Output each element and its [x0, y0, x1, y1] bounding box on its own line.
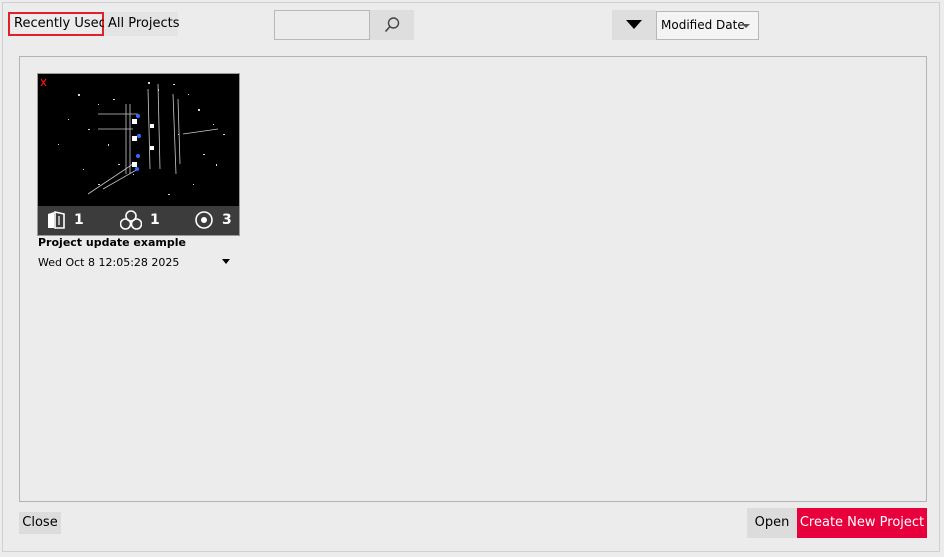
search-input[interactable] — [274, 10, 370, 40]
stat-scans: 3 — [194, 210, 232, 230]
stat-groups-count: 1 — [150, 212, 160, 228]
project-card[interactable]: 1 1 3 — [37, 73, 240, 236]
chevron-down-icon — [742, 24, 750, 28]
stat-maps-count: 1 — [74, 212, 84, 228]
sort-direction-button[interactable] — [612, 10, 656, 40]
project-title[interactable]: Project update example — [38, 236, 186, 249]
open-button[interactable]: Open — [747, 508, 797, 538]
map-icon — [48, 211, 65, 229]
project-stats-bar: 1 1 3 — [38, 206, 239, 235]
group-icon — [120, 210, 142, 230]
triangle-down-icon — [626, 20, 642, 29]
project-thumbnail — [38, 74, 239, 206]
create-new-project-button[interactable]: Create New Project — [797, 508, 927, 538]
stat-groups: 1 — [120, 210, 160, 230]
sort-dropdown-value: Modified Date — [661, 18, 745, 32]
stat-scans-count: 3 — [222, 212, 232, 228]
tab-all-projects[interactable]: All Projects — [104, 12, 180, 36]
tab-recently-used[interactable]: Recently Used — [8, 12, 107, 36]
project-menu-chevron-down-icon[interactable] — [222, 259, 230, 264]
search-icon — [384, 17, 400, 33]
close-button[interactable]: Close — [19, 512, 61, 534]
stat-maps: 1 — [46, 210, 84, 230]
search-button[interactable] — [370, 10, 414, 40]
project-modified-date: Wed Oct 8 12:05:28 2025 — [38, 256, 180, 269]
scan-icon — [195, 211, 213, 229]
sort-dropdown[interactable]: Modified Date — [656, 11, 759, 40]
